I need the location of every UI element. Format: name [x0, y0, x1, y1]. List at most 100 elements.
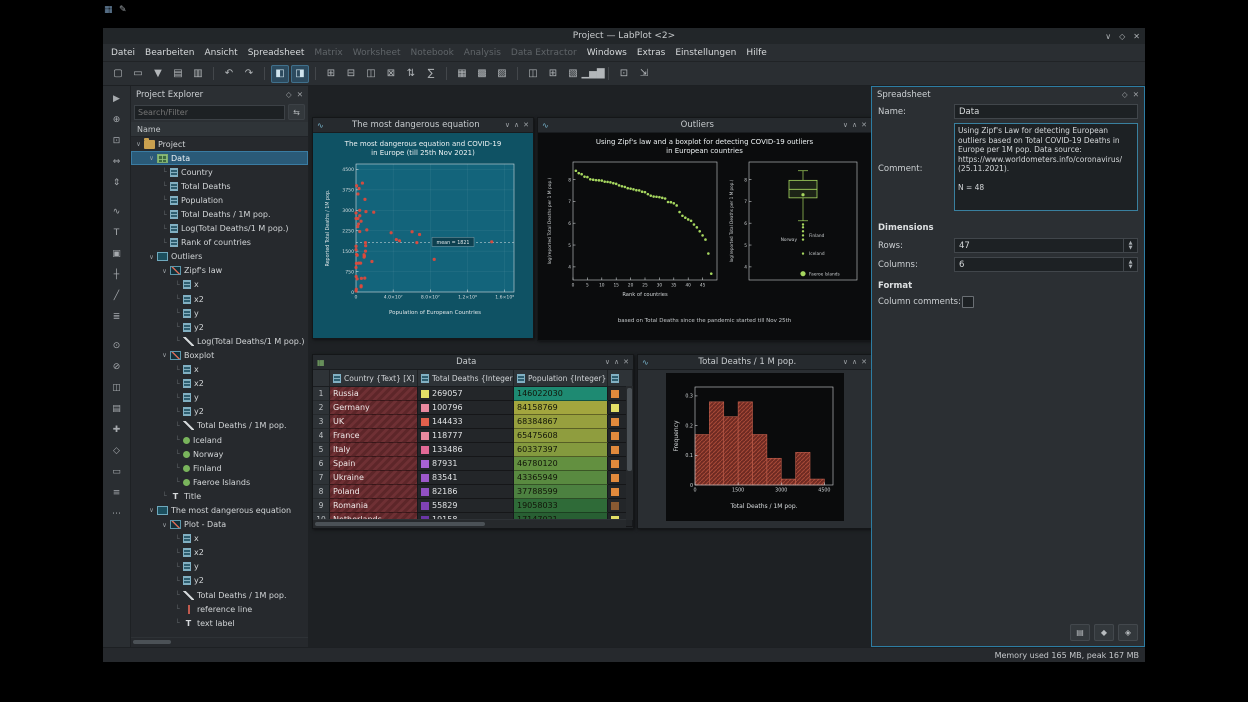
- table-vertical-scrollbar[interactable]: [626, 386, 633, 520]
- matrix-view-icon[interactable]: ▩: [473, 65, 491, 83]
- cell-country[interactable]: Romania: [330, 499, 418, 513]
- spin-down-icon[interactable]: ▼: [1129, 246, 1133, 251]
- cell-country[interactable]: Ukraine: [330, 471, 418, 485]
- tile-windows-icon[interactable]: ⊞: [544, 65, 562, 83]
- cell-population[interactable]: 43365949: [514, 471, 608, 485]
- tree-item-finland[interactable]: └Finland: [131, 461, 308, 475]
- cell-population[interactable]: 65475608: [514, 429, 608, 443]
- workbook-view-icon[interactable]: ▨: [493, 65, 511, 83]
- cell-total-deaths[interactable]: 269057: [418, 387, 514, 401]
- expander-icon[interactable]: ∨: [160, 267, 169, 275]
- tree-item-y2[interactable]: └y2: [131, 574, 308, 588]
- cell-population[interactable]: 146022030: [514, 387, 608, 401]
- menu-item-windows[interactable]: Windows: [582, 48, 632, 58]
- cell-country[interactable]: Russia: [330, 387, 418, 401]
- tree-item-the-most-dangerous-equation[interactable]: ∨The most dangerous equation: [131, 503, 308, 517]
- table-row-ukraine[interactable]: 7Ukraine8354143365949: [313, 471, 633, 485]
- crosshair-icon[interactable]: ⊕: [109, 112, 125, 128]
- column-header-population-integer-y[interactable]: Population {Integer} [Y]: [514, 370, 608, 386]
- menu-item-einstellungen[interactable]: Einstellungen: [670, 48, 741, 58]
- tree-item-text-label[interactable]: └Ttext label: [131, 616, 308, 630]
- cell-country[interactable]: UK: [330, 415, 418, 429]
- new-file-icon[interactable]: ▢: [109, 65, 127, 83]
- menu-item-extras[interactable]: Extras: [632, 48, 670, 58]
- table-row-russia[interactable]: 1Russia269057146022030: [313, 387, 633, 401]
- expander-icon[interactable]: ∨: [147, 506, 156, 514]
- table-row-romania[interactable]: 9Romania5582919058033: [313, 499, 633, 513]
- close-window-icon[interactable]: ✕: [861, 358, 867, 366]
- tree-item-x[interactable]: └x: [131, 278, 308, 292]
- redo-icon[interactable]: ↷: [240, 65, 258, 83]
- save-as-template-button[interactable]: ◈: [1118, 624, 1138, 641]
- list-icon[interactable]: ≡: [109, 485, 125, 501]
- tree-item-country[interactable]: └Country: [131, 165, 308, 179]
- add-curve-icon[interactable]: ╱: [109, 288, 125, 304]
- tree-item-project[interactable]: ∨Project: [131, 137, 308, 151]
- float-panel-icon[interactable]: ◇: [286, 90, 292, 99]
- tree-item-total-deaths-1m-pop[interactable]: └Total Deaths / 1M pop.: [131, 588, 308, 602]
- tree-item-x2[interactable]: └x2: [131, 546, 308, 560]
- cell-country[interactable]: Poland: [330, 485, 418, 499]
- cell-total-deaths[interactable]: 55829: [418, 499, 514, 513]
- save-template-button[interactable]: ◆: [1094, 624, 1114, 641]
- tree-item-y[interactable]: └y: [131, 306, 308, 320]
- navigate-icon[interactable]: ▶: [109, 91, 125, 107]
- cell-total-deaths[interactable]: 144433: [418, 415, 514, 429]
- filter-options-button[interactable]: ⇆: [288, 104, 305, 120]
- cell-total-deaths[interactable]: 87931: [418, 457, 514, 471]
- zoom-fit-icon[interactable]: ⊡: [615, 65, 633, 83]
- more-tools-icon[interactable]: ⋯: [109, 506, 125, 522]
- columns-field[interactable]: [955, 258, 1123, 271]
- tree-item-population[interactable]: └Population: [131, 193, 308, 207]
- tree-item-y[interactable]: └y: [131, 391, 308, 405]
- cell-total-deaths[interactable]: 118777: [418, 429, 514, 443]
- tree-item-title[interactable]: └TTitle: [131, 489, 308, 503]
- menu-item-hilfe[interactable]: Hilfe: [741, 48, 771, 58]
- cascade-windows-icon[interactable]: ▧: [564, 65, 582, 83]
- float-panel-icon[interactable]: ◇: [1122, 90, 1128, 99]
- close-panel-icon[interactable]: ✕: [1133, 90, 1139, 99]
- add-legend-icon[interactable]: ≣: [109, 309, 125, 325]
- export-icon[interactable]: ⇲: [635, 65, 653, 83]
- add-axis-icon[interactable]: ┼: [109, 267, 125, 283]
- data-spreadsheet-window[interactable]: ▦ Data ∨ ∧ ✕ Country {Text} [X]Total Dea…: [312, 354, 634, 529]
- statistics-icon[interactable]: ∑: [422, 65, 440, 83]
- table-horizontal-scrollbar[interactable]: [313, 519, 626, 528]
- tree-item-zipf-s-law[interactable]: ∨Zipf's law: [131, 264, 308, 278]
- tree-item-log-total-deaths-1-m-pop[interactable]: └Log(Total Deaths/1 M pop.): [131, 222, 308, 236]
- table-row-france[interactable]: 4France11877765475608: [313, 429, 633, 443]
- cell-total-deaths[interactable]: 83541: [418, 471, 514, 485]
- maximize-window-icon[interactable]: ∧: [514, 121, 519, 129]
- table-row-poland[interactable]: 8Poland8218637788599: [313, 485, 633, 499]
- expander-icon[interactable]: ∨: [160, 521, 169, 529]
- table-row-uk[interactable]: 3UK14443368384867: [313, 415, 633, 429]
- expander-icon[interactable]: ∨: [134, 140, 143, 148]
- tree-item-y2[interactable]: └y2: [131, 320, 308, 334]
- column-header-total-deaths-integer-y[interactable]: Total Deaths {Integer} [Y]: [418, 370, 514, 386]
- tree-item-boxplot[interactable]: ∨Boxplot: [131, 348, 308, 362]
- zoom-out-icon[interactable]: ⊘: [109, 359, 125, 375]
- tree-column-header[interactable]: Name: [131, 122, 308, 137]
- tree-item-x[interactable]: └x: [131, 363, 308, 377]
- tree-item-plot-data[interactable]: ∨Plot - Data: [131, 518, 308, 532]
- close-panel-icon[interactable]: ✕: [297, 90, 303, 99]
- add-histogram-icon[interactable]: ▤: [109, 401, 125, 417]
- tree-item-outliers[interactable]: ∨Outliers: [131, 250, 308, 264]
- column-header-country-text-x[interactable]: Country {Text} [X]: [330, 370, 418, 386]
- split-view-icon[interactable]: ◫: [524, 65, 542, 83]
- toggle-project-explorer-icon[interactable]: ◧: [271, 65, 289, 83]
- tree-item-log-total-deaths-1-m-pop[interactable]: └Log(Total Deaths/1 M pop.): [131, 334, 308, 348]
- maximize-window-icon[interactable]: ∧: [614, 358, 619, 366]
- spin-down-icon[interactable]: ▼: [1129, 265, 1133, 270]
- name-field[interactable]: [954, 104, 1138, 119]
- expander-icon[interactable]: ∨: [147, 253, 156, 261]
- tree-item-norway[interactable]: └Norway: [131, 447, 308, 461]
- zoom-in-icon[interactable]: ⊙: [109, 338, 125, 354]
- cell-country[interactable]: Germany: [330, 401, 418, 415]
- tree-item-rank-of-countries[interactable]: └Rank of countries: [131, 236, 308, 250]
- table-row-italy[interactable]: 5Italy13348660337397: [313, 443, 633, 457]
- toggle-properties-explorer-icon[interactable]: ◨: [291, 65, 309, 83]
- add-rectangle-icon[interactable]: ▭: [109, 464, 125, 480]
- remove-row-icon[interactable]: ⊟: [342, 65, 360, 83]
- print-preview-icon[interactable]: ▥: [189, 65, 207, 83]
